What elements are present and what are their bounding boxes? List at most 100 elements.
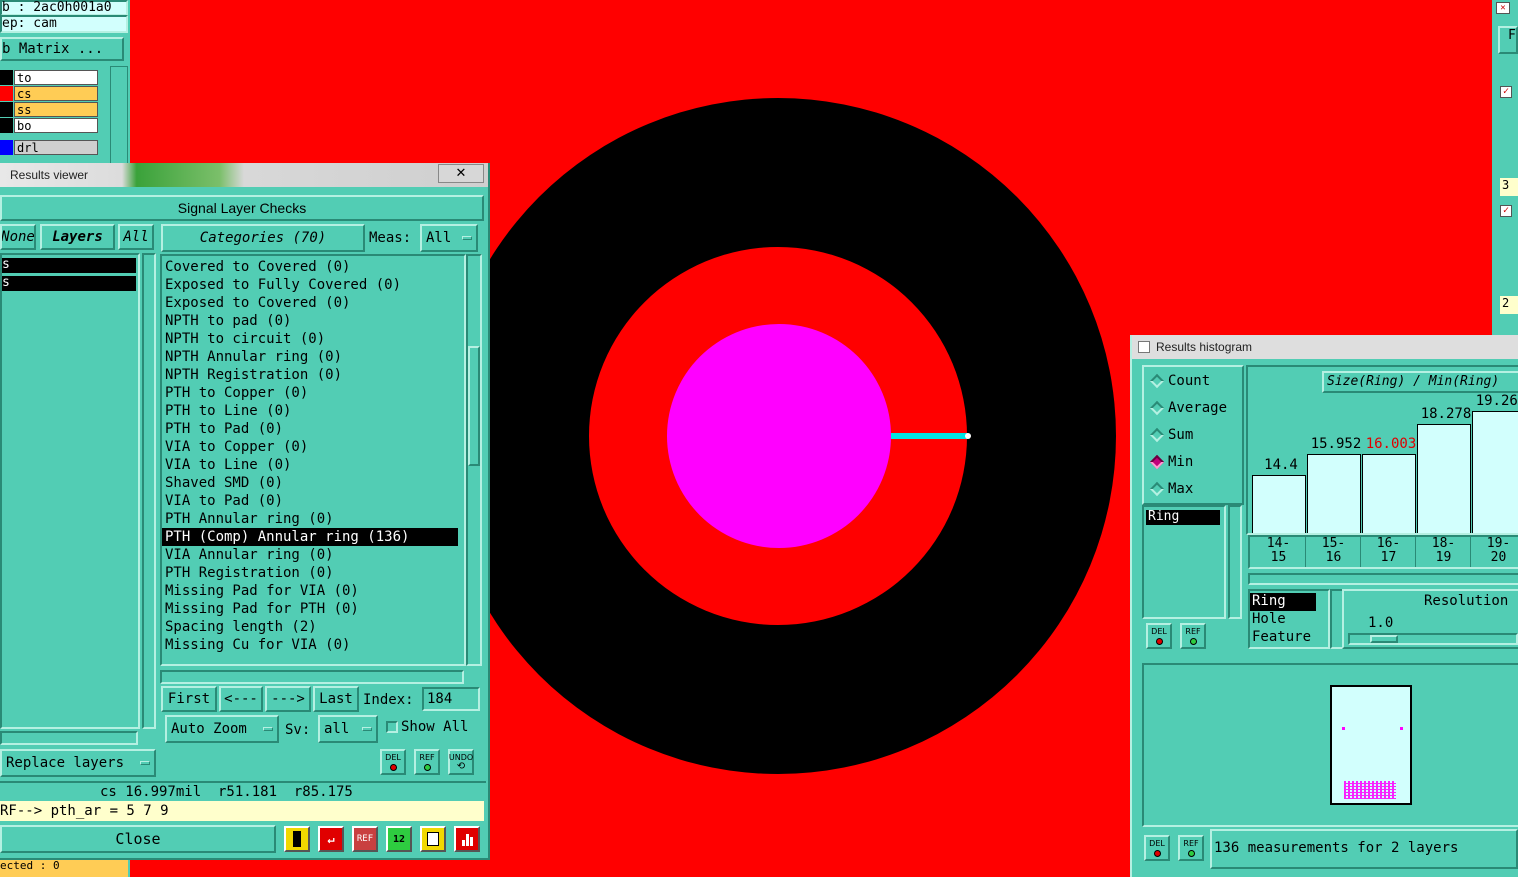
preview-ref-button[interactable]: REF <box>1178 835 1204 861</box>
none-button[interactable]: None <box>0 224 36 250</box>
histogram-icon[interactable] <box>454 826 480 852</box>
category-item[interactable]: Missing Cu for VIA (0) <box>162 636 464 654</box>
mode-radio-count[interactable]: Count <box>1149 373 1210 389</box>
mode-radio-average[interactable]: Average <box>1149 400 1227 416</box>
return-icon[interactable]: ↵ <box>318 826 344 852</box>
red-dot-icon <box>389 764 397 771</box>
category-item[interactable]: Missing Pad for VIA (0) <box>162 582 464 600</box>
mode-radio-max[interactable]: Max <box>1149 481 1193 497</box>
category-item[interactable]: PTH Registration (0) <box>162 564 464 582</box>
category-item[interactable]: NPTH to pad (0) <box>162 312 464 330</box>
category-item[interactable]: PTH to Line (0) <box>162 402 464 420</box>
close-button[interactable]: Close <box>0 825 276 853</box>
bin-range-top: 18- <box>1431 536 1456 551</box>
categories-button[interactable]: Categories (70) <box>161 224 365 252</box>
report-icon[interactable] <box>420 826 446 852</box>
category-item[interactable]: NPTH Registration (0) <box>162 366 464 384</box>
histogram-bar[interactable] <box>1252 475 1306 533</box>
category-item[interactable]: VIA to Line (0) <box>162 456 464 474</box>
hist-del-button[interactable]: DEL <box>1146 623 1172 649</box>
layer-row-ss[interactable]: ss <box>0 102 98 117</box>
resolution-slider-thumb[interactable] <box>1370 635 1398 643</box>
layer-row-drl[interactable]: drl <box>0 140 98 155</box>
resolution-panel: Resolution 1.0 <box>1342 589 1518 649</box>
categories-list[interactable]: Covered to Covered (0) Exposed to Fully C… <box>160 254 466 666</box>
category-item[interactable]: NPTH Annular ring (0) <box>162 348 464 366</box>
by-list-item[interactable]: Ring <box>1250 593 1316 611</box>
show-all-checkbox[interactable] <box>386 721 398 733</box>
by-list-item[interactable]: Hole <box>1250 611 1316 629</box>
category-item[interactable]: NPTH to circuit (0) <box>162 330 464 348</box>
auto-zoom-dropdown[interactable]: Auto Zoom <box>165 715 279 743</box>
layer-row-bo[interactable]: bo <box>0 118 98 133</box>
right-num-field[interactable]: 3 <box>1500 178 1518 196</box>
by-list-item[interactable]: Feature <box>1250 629 1316 647</box>
bin-range-top: 14- <box>1266 536 1291 551</box>
right-f-button[interactable]: F <box>1498 26 1518 54</box>
all-layers-button[interactable]: All <box>118 224 154 250</box>
category-item[interactable]: VIA Annular ring (0) <box>162 546 464 564</box>
next-button[interactable]: ---> <box>265 686 311 712</box>
preview-del-button[interactable]: DEL <box>1144 835 1170 861</box>
measure-list[interactable]: Ring <box>1142 505 1226 619</box>
hist-ref-button[interactable]: REF <box>1180 623 1206 649</box>
resolution-slider[interactable] <box>1348 633 1518 645</box>
histogram-bar[interactable] <box>1362 454 1416 533</box>
category-item[interactable]: PTH (Comp) Annular ring (136) <box>162 528 458 546</box>
command-line[interactable]: RF--> pth_ar = 5 7 9 <box>0 801 484 821</box>
sv-dropdown[interactable]: all <box>318 715 378 743</box>
del-button[interactable]: DEL <box>380 749 406 775</box>
right-num-field[interactable]: 2 <box>1500 296 1518 314</box>
layer-filter-hscroll[interactable] <box>0 731 138 745</box>
layer-row-to[interactable]: to <box>0 70 98 85</box>
histogram-chart[interactable]: Size(Ring) / Min(Ring) 14.4 15.952 16.003 1… <box>1246 365 1518 535</box>
matrix-button[interactable]: b Matrix ... <box>0 37 124 61</box>
category-item[interactable]: Shaved SMD (0) <box>162 474 464 492</box>
meas-dropdown[interactable]: All <box>420 224 478 252</box>
category-item[interactable]: PTH to Pad (0) <box>162 420 464 438</box>
mode-radio-sum[interactable]: Sum <box>1149 427 1193 443</box>
measure-list-scrollbar[interactable] <box>1228 505 1242 619</box>
category-item[interactable]: Exposed to Fully Covered (0) <box>162 276 464 294</box>
cursor-icon[interactable] <box>284 826 310 852</box>
by-list[interactable]: Ring Hole Feature <box>1248 589 1330 649</box>
category-item[interactable]: VIA to Pad (0) <box>162 492 464 510</box>
layer-scrollbar[interactable] <box>110 66 128 176</box>
category-item[interactable]: Covered to Covered (0) <box>162 258 464 276</box>
categories-scroll-thumb[interactable] <box>468 346 480 466</box>
layer-row-cs[interactable]: cs <box>0 86 98 101</box>
chart-hscroll[interactable] <box>1248 573 1518 585</box>
categories-scrollbar[interactable] <box>466 254 482 666</box>
layer-filter-scrollbar[interactable] <box>142 253 156 729</box>
histogram-bar[interactable] <box>1417 424 1471 533</box>
mode-radio-min[interactable]: Min <box>1149 454 1193 470</box>
window-close-icon[interactable]: ✕ <box>438 164 484 183</box>
category-item[interactable]: PTH to Copper (0) <box>162 384 464 402</box>
numbering-icon[interactable]: 12 <box>386 826 412 852</box>
first-button[interactable]: First <box>161 686 217 712</box>
layout-preview[interactable] <box>1142 663 1518 827</box>
checkbox-checked-icon[interactable]: ✓ <box>1500 86 1512 98</box>
measure-list-item[interactable]: Ring <box>1146 510 1220 525</box>
layer-filter-list[interactable]: s s <box>0 253 140 729</box>
layers-button[interactable]: Layers <box>40 224 115 250</box>
undo-button[interactable]: UNDO ⟲ <box>448 749 474 775</box>
checkbox-checked-icon[interactable]: ✓ <box>1500 205 1512 217</box>
categories-hscroll[interactable] <box>160 670 464 684</box>
ref-crossed-icon[interactable]: REF <box>352 826 378 852</box>
layer-filter-item[interactable]: s <box>2 258 136 273</box>
category-item[interactable]: PTH Annular ring (0) <box>162 510 464 528</box>
category-item[interactable]: Missing Pad for PTH (0) <box>162 600 464 618</box>
prev-button[interactable]: <--- <box>219 686 263 712</box>
histogram-bar[interactable] <box>1307 454 1361 533</box>
ref-button[interactable]: REF <box>414 749 440 775</box>
layer-filter-item[interactable]: s <box>2 276 136 291</box>
category-item[interactable]: VIA to Copper (0) <box>162 438 464 456</box>
index-input[interactable]: 184 <box>422 687 480 711</box>
category-item[interactable]: Spacing length (2) <box>162 618 464 636</box>
close-icon[interactable]: ✕ <box>1496 2 1510 14</box>
category-item[interactable]: Exposed to Covered (0) <box>162 294 464 312</box>
histogram-bar[interactable] <box>1472 411 1518 533</box>
last-button[interactable]: Last <box>313 686 359 712</box>
replace-layers-dropdown[interactable]: Replace layers <box>0 749 156 777</box>
